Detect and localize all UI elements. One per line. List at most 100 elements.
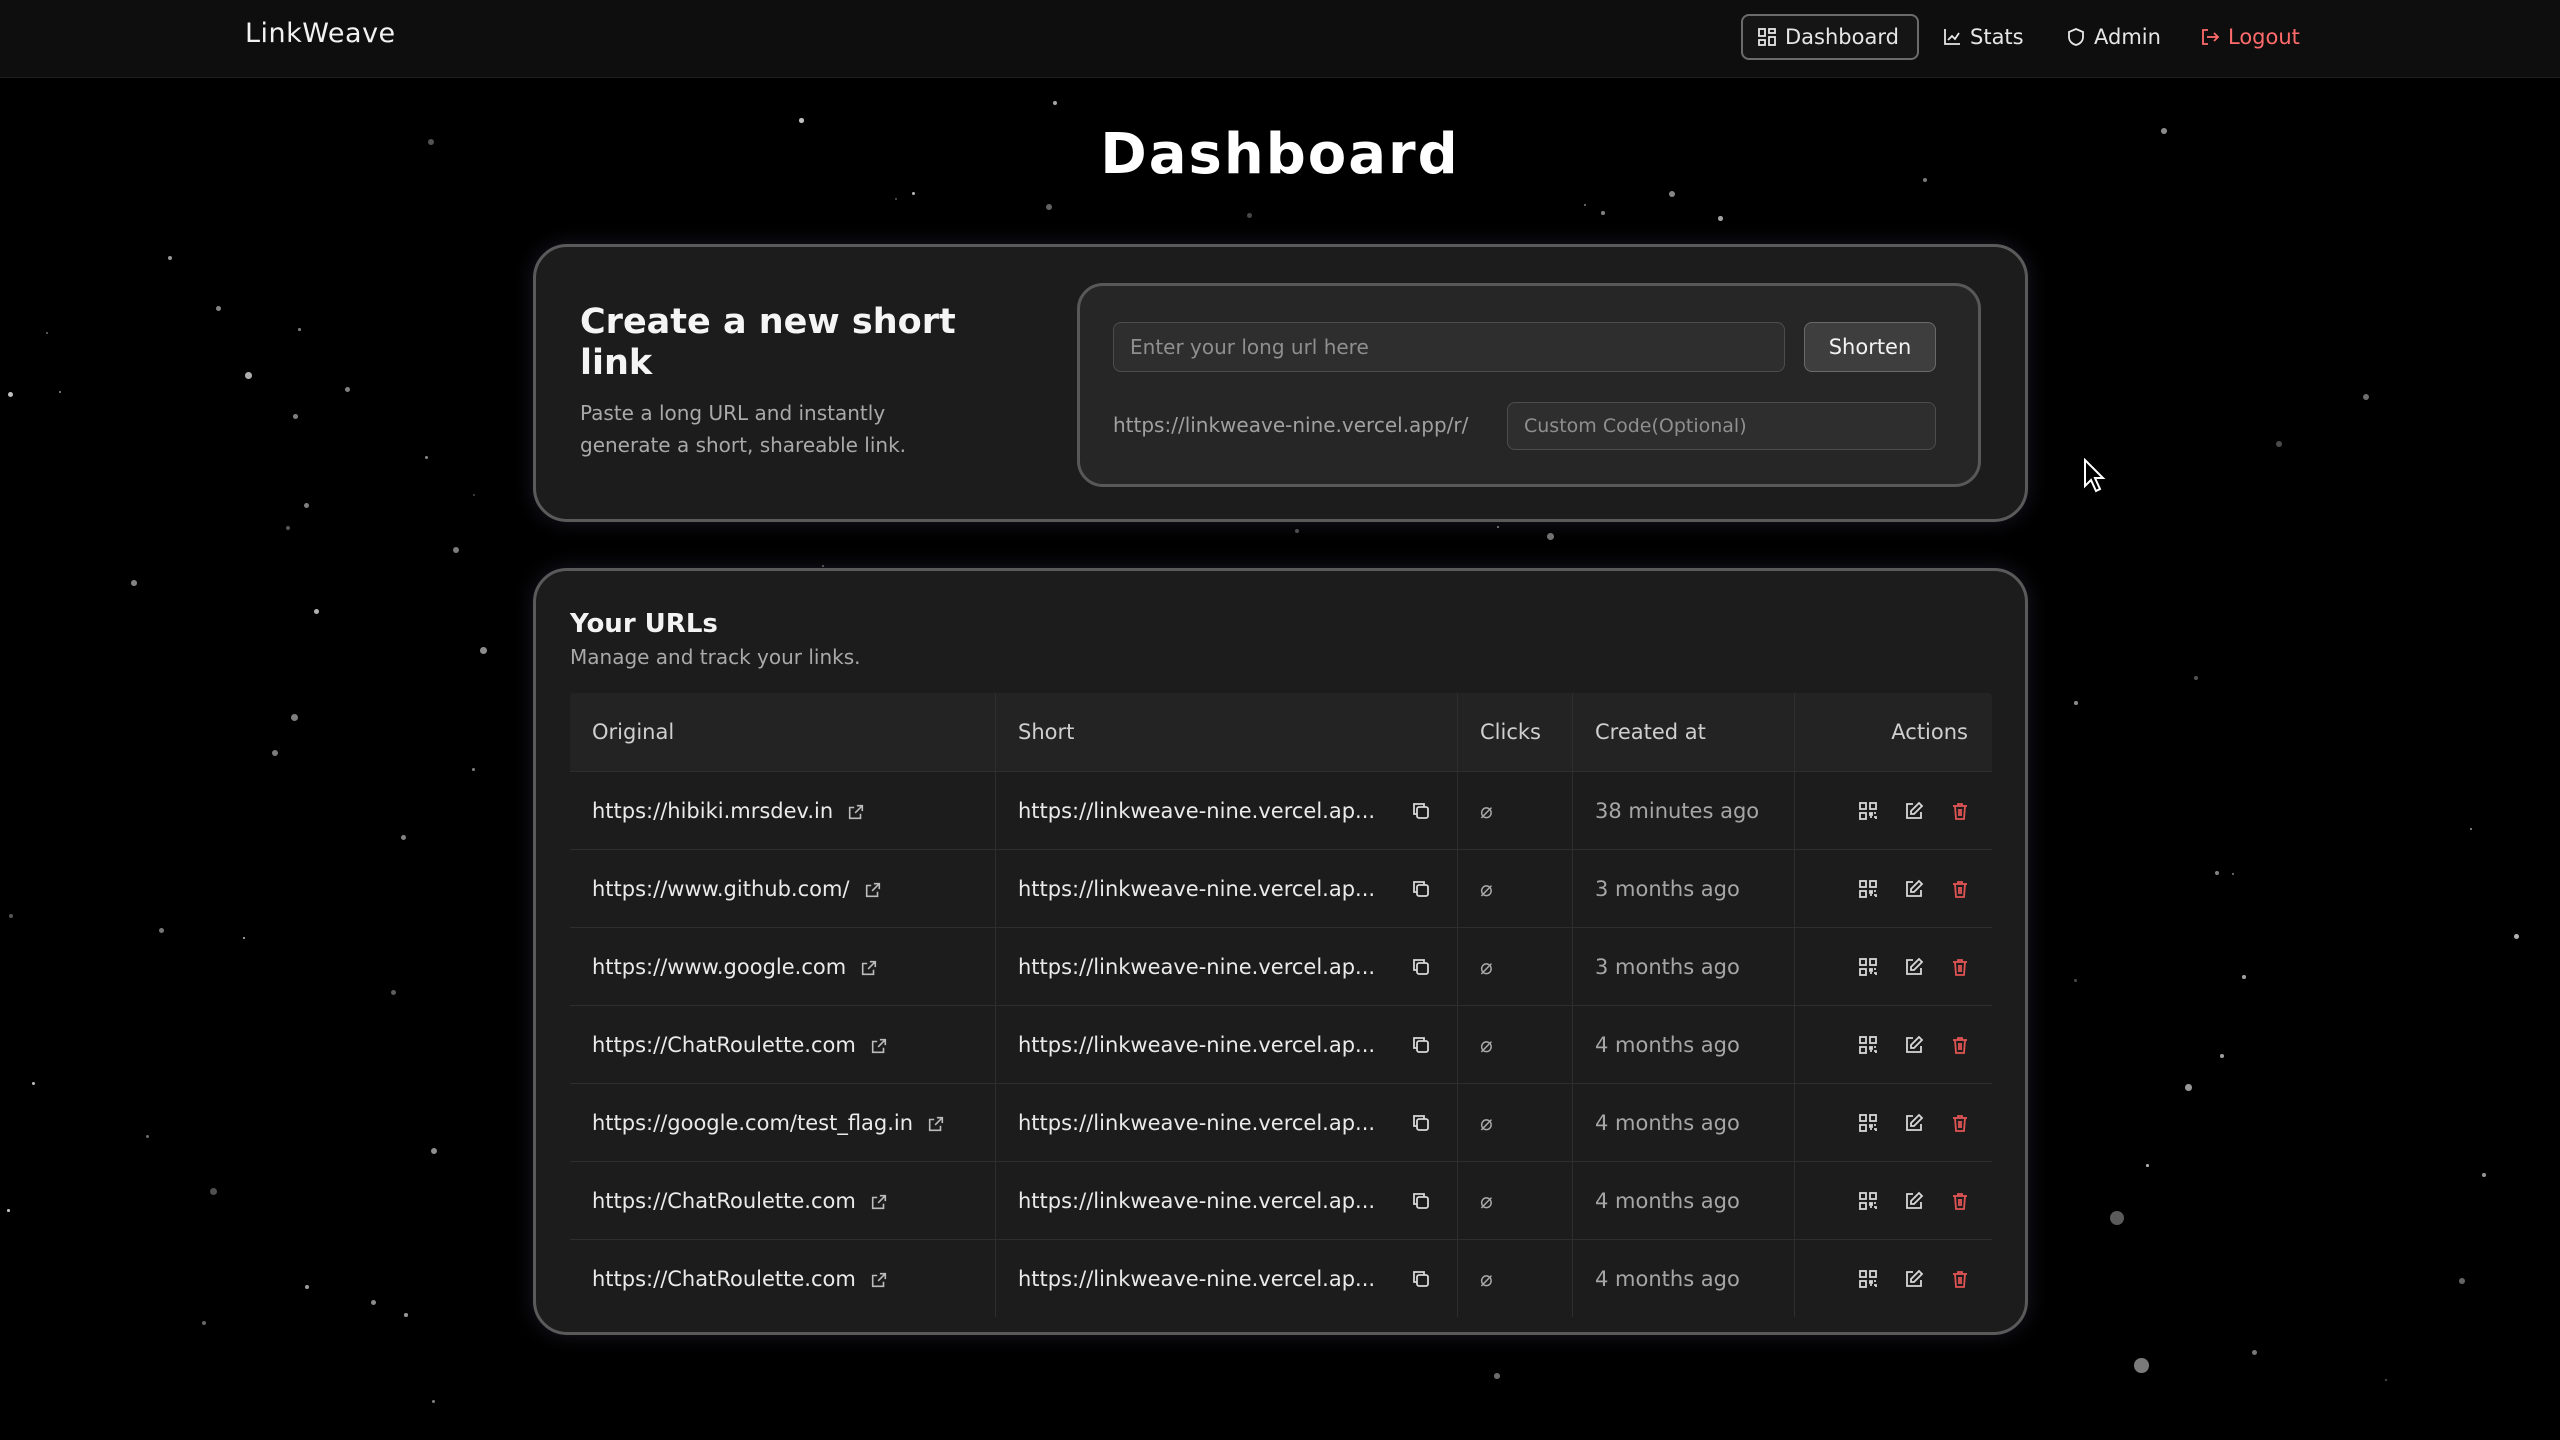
short-url-text[interactable]: https://linkweave-nine.vercel.ap...: [1018, 1267, 1378, 1291]
star-dot: [1669, 191, 1675, 197]
qr-code-icon[interactable]: [1858, 1035, 1878, 1055]
original-url-cell: https://google.com/test_flag.in: [570, 1084, 996, 1161]
short-url-text[interactable]: https://linkweave-nine.vercel.ap...: [1018, 1111, 1378, 1135]
nav-dashboard[interactable]: Dashboard: [1741, 14, 1919, 60]
short-url-text[interactable]: https://linkweave-nine.vercel.ap...: [1018, 1189, 1378, 1213]
trash-icon[interactable]: [1950, 957, 1970, 977]
copy-icon[interactable]: [1411, 1113, 1431, 1133]
nav-stats-label: Stats: [1970, 25, 2024, 49]
edit-icon[interactable]: [1904, 1191, 1924, 1211]
copy-icon[interactable]: [1411, 879, 1431, 899]
short-url-cell: https://linkweave-nine.vercel.ap...: [996, 1162, 1458, 1239]
copy-icon[interactable]: [1411, 1035, 1431, 1055]
trash-icon[interactable]: [1950, 1191, 1970, 1211]
created-at-cell: 3 months ago: [1573, 928, 1795, 1005]
original-url-cell: https://hibiki.mrsdev.in: [570, 772, 996, 849]
star-dot: [473, 494, 476, 497]
star-dot: [2385, 1379, 2388, 1382]
star-dot: [453, 547, 460, 554]
table-row: https://ChatRoulette.com https://linkwea…: [570, 1239, 1992, 1317]
star-dot: [1718, 216, 1723, 221]
copy-icon[interactable]: [1411, 957, 1431, 977]
qr-code-icon[interactable]: [1858, 1269, 1878, 1289]
qr-code-icon[interactable]: [1858, 801, 1878, 821]
trash-icon[interactable]: [1950, 1035, 1970, 1055]
custom-code-input[interactable]: [1507, 402, 1936, 450]
brand-logo[interactable]: LinkWeave: [245, 18, 396, 49]
nav-logout[interactable]: Logout: [2186, 14, 2326, 60]
edit-icon[interactable]: [1904, 801, 1924, 821]
original-url-link[interactable]: https://www.github.com/: [592, 877, 850, 901]
trash-icon[interactable]: [1950, 879, 1970, 899]
edit-icon[interactable]: [1904, 1035, 1924, 1055]
short-url-text[interactable]: https://linkweave-nine.vercel.ap...: [1018, 877, 1378, 901]
trash-icon[interactable]: [1950, 801, 1970, 821]
star-dot: [2514, 934, 2519, 939]
star-dot: [243, 937, 246, 940]
original-url-link[interactable]: https://www.google.com: [592, 955, 846, 979]
created-at-cell: 4 months ago: [1573, 1240, 1795, 1317]
edit-icon[interactable]: [1904, 957, 1924, 977]
shield-icon: [2068, 28, 2084, 46]
star-dot: [291, 714, 298, 721]
external-link-icon[interactable]: [870, 1270, 888, 1288]
short-url-cell: https://linkweave-nine.vercel.ap...: [996, 772, 1458, 849]
nav-stats[interactable]: Stats: [1928, 14, 2048, 60]
shorten-button[interactable]: Shorten: [1804, 322, 1936, 372]
table-row: https://google.com/test_flag.in https://…: [570, 1083, 1992, 1161]
edit-icon[interactable]: [1904, 879, 1924, 899]
original-url-link[interactable]: https://ChatRoulette.com: [592, 1033, 856, 1057]
external-link-icon[interactable]: [870, 1192, 888, 1210]
copy-icon[interactable]: [1411, 1269, 1431, 1289]
star-dot: [210, 1188, 217, 1195]
actions-cell: [1795, 1162, 1992, 1239]
star-dot: [305, 1285, 310, 1290]
external-link-icon[interactable]: [864, 880, 882, 898]
star-dot: [1053, 101, 1058, 106]
copy-icon[interactable]: [1411, 801, 1431, 821]
qr-code-icon[interactable]: [1858, 1113, 1878, 1133]
trash-icon[interactable]: [1950, 1113, 1970, 1133]
created-at-cell: 4 months ago: [1573, 1162, 1795, 1239]
qr-code-icon[interactable]: [1858, 957, 1878, 977]
edit-icon[interactable]: [1904, 1269, 1924, 1289]
qr-code-icon[interactable]: [1858, 879, 1878, 899]
star-dot: [298, 328, 301, 331]
short-url-prefix: https://linkweave-nine.vercel.app/r/: [1113, 413, 1469, 437]
table-row: https://ChatRoulette.com https://linkwea…: [570, 1005, 1992, 1083]
actions-cell: [1795, 1240, 1992, 1317]
star-dot: [1247, 213, 1253, 219]
external-link-icon[interactable]: [847, 802, 865, 820]
original-url-link[interactable]: https://ChatRoulette.com: [592, 1189, 856, 1213]
qr-code-icon[interactable]: [1858, 1191, 1878, 1211]
star-dot: [1547, 533, 1554, 540]
original-url-link[interactable]: https://hibiki.mrsdev.in: [592, 799, 833, 823]
original-url-link[interactable]: https://ChatRoulette.com: [592, 1267, 856, 1291]
star-dot: [202, 1321, 206, 1325]
create-title: Create a new short link: [580, 302, 956, 383]
external-link-icon[interactable]: [860, 958, 878, 976]
edit-icon[interactable]: [1904, 1113, 1924, 1133]
star-dot: [2110, 1211, 2125, 1226]
star-dot: [2252, 1350, 2258, 1356]
star-dot: [1601, 211, 1605, 215]
nav-admin[interactable]: Admin: [2052, 14, 2182, 60]
star-dot: [304, 503, 310, 509]
star-dot: [9, 914, 14, 919]
original-url-link[interactable]: https://google.com/test_flag.in: [592, 1111, 913, 1135]
your-urls-card: Your URLs Manage and track your links. O…: [533, 568, 2028, 1335]
trash-icon[interactable]: [1950, 1269, 1970, 1289]
column-header-created: Created at: [1573, 693, 1795, 771]
long-url-input[interactable]: [1113, 322, 1785, 372]
star-dot: [2215, 871, 2220, 876]
copy-icon[interactable]: [1411, 1191, 1431, 1211]
external-link-icon[interactable]: [870, 1036, 888, 1054]
original-url-cell: https://ChatRoulette.com: [570, 1006, 996, 1083]
short-url-text[interactable]: https://linkweave-nine.vercel.ap...: [1018, 799, 1378, 823]
clicks-cell: ⌀: [1458, 1084, 1573, 1161]
short-url-text[interactable]: https://linkweave-nine.vercel.ap...: [1018, 955, 1378, 979]
star-dot: [2220, 1054, 2224, 1058]
star-dot: [272, 750, 279, 757]
external-link-icon[interactable]: [927, 1114, 945, 1132]
short-url-text[interactable]: https://linkweave-nine.vercel.ap...: [1018, 1033, 1378, 1057]
